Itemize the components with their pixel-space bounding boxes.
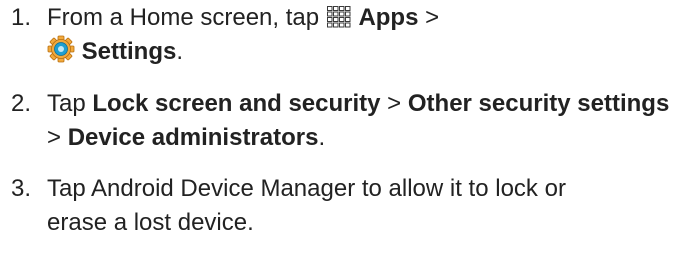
step-number: 2. <box>11 90 32 117</box>
step-end: . <box>318 124 326 151</box>
step-number: 1. <box>11 4 32 31</box>
step-intro: Tap <box>47 90 93 117</box>
apps-grid-icon <box>326 6 351 28</box>
step-line-2: erase a lost device. <box>47 209 254 236</box>
device-administrators-label: Device administrators <box>67 124 319 151</box>
step-text: Tap Android Device Manager to allow it t… <box>47 172 679 240</box>
step-text: From a Home screen, tap Apps > Settings. <box>47 1 679 69</box>
step-end: . <box>176 38 184 65</box>
step-number: 3. <box>11 175 32 202</box>
separator: > <box>47 124 68 151</box>
step-text: Tap Lock screen and security > Other sec… <box>47 87 679 155</box>
settings-gear-icon <box>47 35 75 63</box>
steps-list: 1. From a Home screen, tap Apps > Settin… <box>0 0 681 257</box>
lock-screen-security-label: Lock screen and security <box>92 90 381 117</box>
apps-label: Apps <box>358 4 419 31</box>
settings-label: Settings <box>81 38 177 65</box>
other-security-settings-label: Other security settings <box>407 90 670 117</box>
step-line-1: Tap Android Device Manager to allow it t… <box>47 175 566 202</box>
separator: > <box>418 4 440 31</box>
step-intro: From a Home screen, tap <box>47 4 326 31</box>
separator: > <box>380 90 408 117</box>
